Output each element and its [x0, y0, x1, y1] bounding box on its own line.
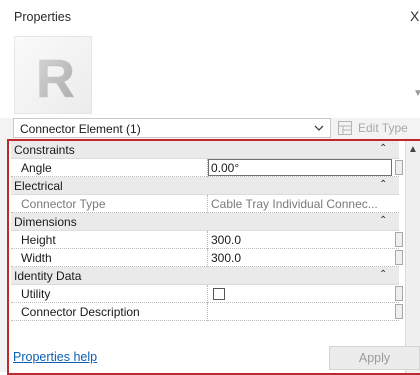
property-value: Cable Tray Individual Connec... [211, 197, 378, 211]
column-divider [207, 249, 209, 267]
group-electrical[interactable]: Electrical ⌃ [11, 177, 399, 195]
row-button[interactable] [395, 304, 403, 319]
collapse-icon[interactable]: ⌃ [379, 179, 387, 190]
edit-type-label: Edit Type [358, 121, 408, 135]
property-row-connector-description[interactable]: Connector Description [11, 303, 403, 321]
column-divider [207, 285, 209, 303]
collapse-icon[interactable]: ⌃ [379, 215, 387, 226]
group-label: Constraints [14, 143, 75, 157]
row-button[interactable] [395, 250, 403, 265]
column-divider [207, 195, 209, 213]
panel-title: Properties [14, 10, 71, 24]
collapse-icon[interactable]: ⌃ [379, 269, 387, 280]
properties-grid: Constraints ⌃ Angle 0.00° Electrical ⌃ C… [7, 139, 420, 375]
close-icon[interactable]: X [410, 8, 420, 24]
apply-button[interactable]: Apply [329, 346, 420, 370]
height-value[interactable]: 300.0 [211, 233, 391, 247]
properties-table: Constraints ⌃ Angle 0.00° Electrical ⌃ C… [11, 141, 403, 321]
column-divider [207, 231, 209, 249]
property-name: Connector Type [21, 197, 106, 211]
property-row-utility: Utility [11, 285, 403, 303]
group-label: Identity Data [14, 269, 82, 283]
group-label: Electrical [14, 179, 63, 193]
group-identity-data[interactable]: Identity Data ⌃ [11, 267, 399, 285]
row-button[interactable] [395, 286, 403, 301]
group-dimensions[interactable]: Dimensions ⌃ [11, 213, 399, 231]
chevron-down-icon [314, 125, 324, 131]
group-label: Dimensions [14, 215, 77, 229]
edit-type-icon [338, 121, 352, 135]
property-name: Angle [21, 161, 52, 175]
dropdown-arrow-icon: ▼ [413, 88, 420, 98]
utility-checkbox[interactable] [213, 288, 225, 300]
group-constraints[interactable]: Constraints ⌃ [11, 141, 399, 159]
row-button[interactable] [395, 232, 403, 247]
selector-value: Connector Element (1) [20, 122, 141, 136]
title-bar: Properties X [0, 0, 420, 32]
type-selector-row: Connector Element (1) Edit Type [0, 118, 420, 140]
grid-scrollbar[interactable]: ▲ ▼ [405, 141, 420, 373]
property-row-width[interactable]: Width 300.0 [11, 249, 403, 267]
property-value: 0.00° [211, 161, 240, 175]
row-button[interactable] [395, 160, 403, 175]
property-row-angle: Angle 0.00° [11, 159, 403, 177]
column-divider [207, 303, 209, 321]
property-name: Height [21, 233, 56, 247]
property-name: Utility [21, 287, 51, 301]
properties-palette: Properties X R ▼ Connector Element (1) E… [0, 0, 420, 375]
property-row-connector-type: Connector Type Cable Tray Individual Con… [11, 195, 399, 213]
revit-family-icon: R [14, 36, 92, 114]
element-type-selector[interactable]: Connector Element (1) [13, 118, 331, 138]
property-name: Connector Description [21, 305, 140, 319]
property-name: Width [21, 251, 52, 265]
scroll-up-icon[interactable]: ▲ [408, 144, 418, 155]
properties-help-link[interactable]: Properties help [13, 350, 97, 364]
property-row-height[interactable]: Height 300.0 [11, 231, 403, 249]
svg-text:R: R [36, 49, 75, 109]
collapse-icon[interactable]: ⌃ [379, 143, 387, 154]
width-value[interactable]: 300.0 [211, 251, 391, 265]
edit-type-button[interactable]: Edit Type [337, 119, 420, 139]
revit-r-logo: R [36, 49, 76, 110]
